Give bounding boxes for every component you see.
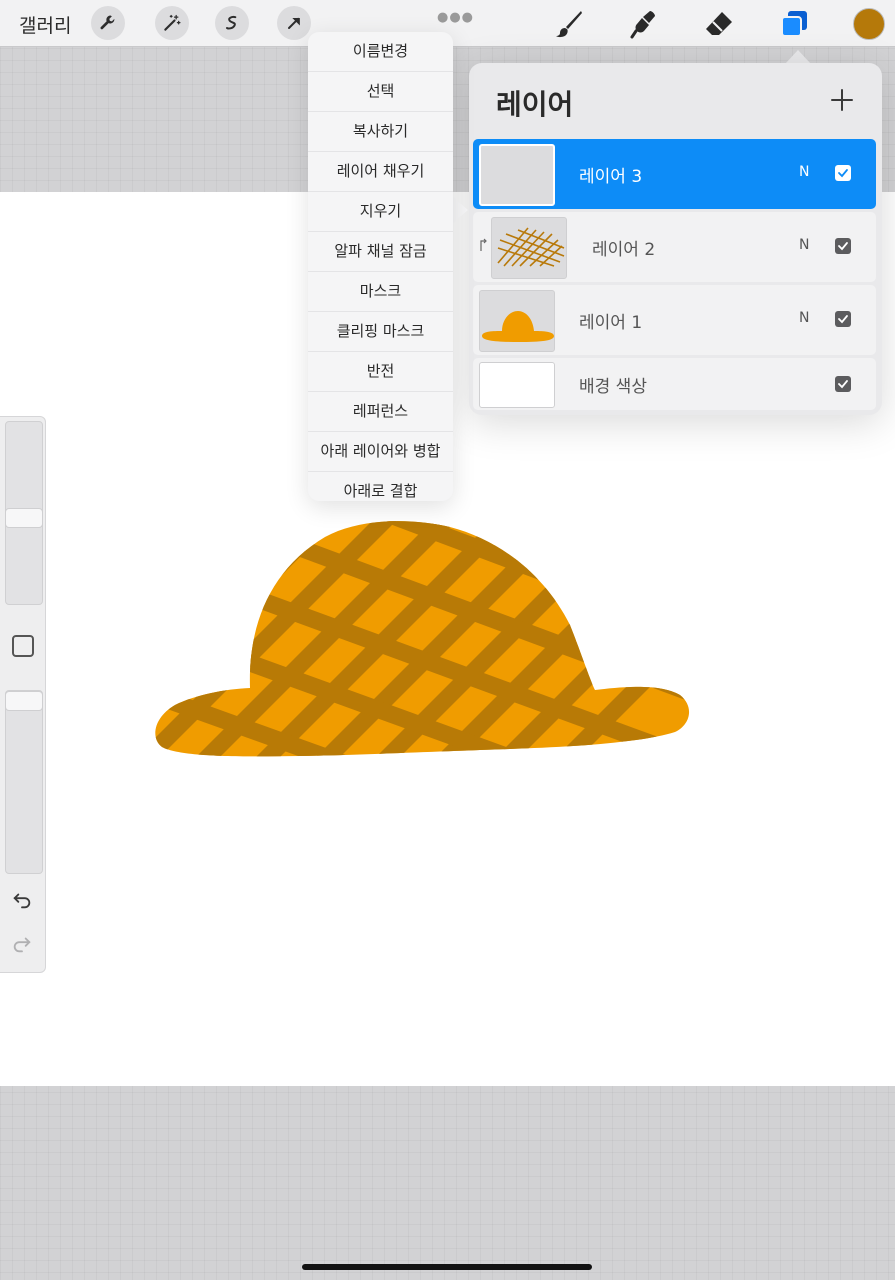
brush-tool-button[interactable] <box>551 6 587 42</box>
transform-button[interactable] <box>277 6 311 40</box>
color-picker-button[interactable] <box>853 8 885 40</box>
hat-drawing <box>155 521 690 757</box>
background-color-row[interactable]: 배경 색상 <box>473 358 876 410</box>
smudge-tool-button[interactable] <box>626 6 662 42</box>
adjustments-button[interactable] <box>155 6 189 40</box>
checkmark-icon <box>838 315 848 324</box>
layer-visibility-checkbox[interactable] <box>835 238 851 254</box>
drag-handle-icon[interactable]: ●●● <box>437 10 474 25</box>
menu-item-rename[interactable]: 이름변경 <box>308 32 453 72</box>
selection-icon <box>226 15 237 30</box>
menu-item-clear[interactable]: 지우기 <box>308 192 453 232</box>
smudge-icon <box>630 11 655 39</box>
menu-item-combine-down[interactable]: 아래로 결합 <box>308 472 453 511</box>
layer-thumbnail <box>479 144 555 206</box>
eraser-tool-button[interactable] <box>701 6 737 42</box>
checkmark-icon <box>838 169 848 178</box>
blend-mode-button[interactable]: N <box>799 237 809 253</box>
redo-icon[interactable] <box>11 933 33 955</box>
brush-size-slider[interactable] <box>5 421 43 605</box>
layer-name: 레이어 1 <box>579 313 643 333</box>
menu-item-copy[interactable]: 복사하기 <box>308 112 453 152</box>
blend-mode-button[interactable]: N <box>799 164 809 180</box>
blend-mode-button[interactable]: N <box>799 310 809 326</box>
transform-arrow-icon <box>288 17 300 29</box>
hat-thumbnail-icon <box>482 311 554 342</box>
menu-item-merge-down[interactable]: 아래 레이어와 병합 <box>308 432 453 472</box>
opacity-thumb[interactable] <box>5 691 43 711</box>
layers-tool-button[interactable] <box>776 6 812 42</box>
layer-visibility-checkbox[interactable] <box>835 311 851 327</box>
clipping-arrow-icon <box>480 238 487 251</box>
layer-thumbnail <box>479 290 555 352</box>
brush-size-thumb[interactable] <box>5 508 43 528</box>
layer-name: 배경 색상 <box>579 377 647 397</box>
layer-name: 레이어 2 <box>592 240 656 260</box>
menu-item-fill-layer[interactable]: 레이어 채우기 <box>308 152 453 192</box>
menu-item-clipping-mask[interactable]: 클리핑 마스크 <box>308 312 453 352</box>
layer-visibility-checkbox[interactable] <box>835 165 851 181</box>
magic-wand-icon <box>164 14 181 31</box>
background-color-swatch[interactable] <box>479 362 555 408</box>
layers-panel: 레이어 레이어 3 N 레이어 2 N 레이어 1 N 배경 색상 <box>469 63 882 415</box>
actions-button[interactable] <box>91 6 125 40</box>
menu-item-invert[interactable]: 반전 <box>308 352 453 392</box>
plus-icon[interactable] <box>831 89 853 111</box>
gallery-button[interactable]: 갤러리 <box>19 11 71 38</box>
layers-panel-title: 레이어 <box>496 88 574 121</box>
menu-item-mask[interactable]: 마스크 <box>308 272 453 312</box>
checkmark-icon <box>838 242 848 251</box>
selection-button[interactable] <box>215 6 249 40</box>
layers-panel-pointer <box>785 50 811 64</box>
left-sidebar <box>0 416 46 973</box>
layer-options-menu: 이름변경 선택 복사하기 레이어 채우기 지우기 알파 채널 잠금 마스크 클리… <box>308 32 453 501</box>
wrench-icon <box>100 15 115 30</box>
layers-icon <box>781 11 807 37</box>
undo-icon[interactable] <box>11 889 33 911</box>
eraser-icon <box>706 12 732 35</box>
layer-row-1[interactable]: 레이어 1 N <box>473 285 876 355</box>
home-indicator[interactable] <box>302 1264 592 1270</box>
layer-name: 레이어 3 <box>579 167 643 187</box>
opacity-slider[interactable] <box>5 690 43 874</box>
checkmark-icon <box>838 380 848 389</box>
menu-item-select[interactable]: 선택 <box>308 72 453 112</box>
layer-row-2[interactable]: 레이어 2 N <box>473 212 876 282</box>
brush-icon <box>556 11 582 38</box>
menu-item-reference[interactable]: 레퍼런스 <box>308 392 453 432</box>
layer-thumbnail <box>491 217 567 279</box>
context-menu-pointer <box>452 196 468 224</box>
layer-visibility-checkbox[interactable] <box>835 376 851 392</box>
menu-item-alpha-lock[interactable]: 알파 채널 잠금 <box>308 232 453 272</box>
modifier-square-icon[interactable] <box>12 635 34 657</box>
weave-thumbnail-icon <box>497 227 565 267</box>
layer-row-3[interactable]: 레이어 3 N <box>473 139 876 209</box>
